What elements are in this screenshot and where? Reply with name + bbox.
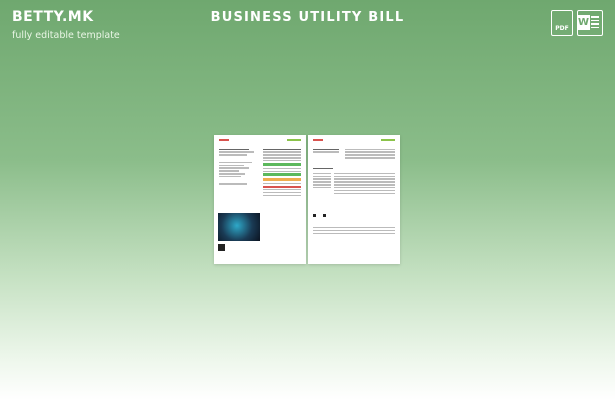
brand-tagline: fully editable template xyxy=(12,30,120,41)
marker-icon xyxy=(313,213,316,217)
word-file-icon[interactable]: W xyxy=(577,10,603,36)
page-title: BUSINESS UTILITY BILL xyxy=(210,10,405,25)
promo-image xyxy=(218,213,260,241)
download-icons: PDF W xyxy=(551,10,603,36)
bill-page-2 xyxy=(308,135,400,264)
word-lines-icon xyxy=(591,16,599,30)
provider-logo-mark xyxy=(287,139,301,141)
pdf-label: PDF xyxy=(555,25,569,32)
company-logo-mark xyxy=(219,139,229,141)
company-logo-mark-2 xyxy=(313,139,323,141)
provider-logo-mark-2 xyxy=(381,139,395,141)
word-label: W xyxy=(577,15,590,30)
bill-preview[interactable] xyxy=(214,135,400,264)
pdf-file-icon[interactable]: PDF xyxy=(551,10,573,36)
bill-page-1 xyxy=(214,135,306,264)
marker-icon xyxy=(323,213,327,217)
qr-code-icon xyxy=(218,244,225,251)
